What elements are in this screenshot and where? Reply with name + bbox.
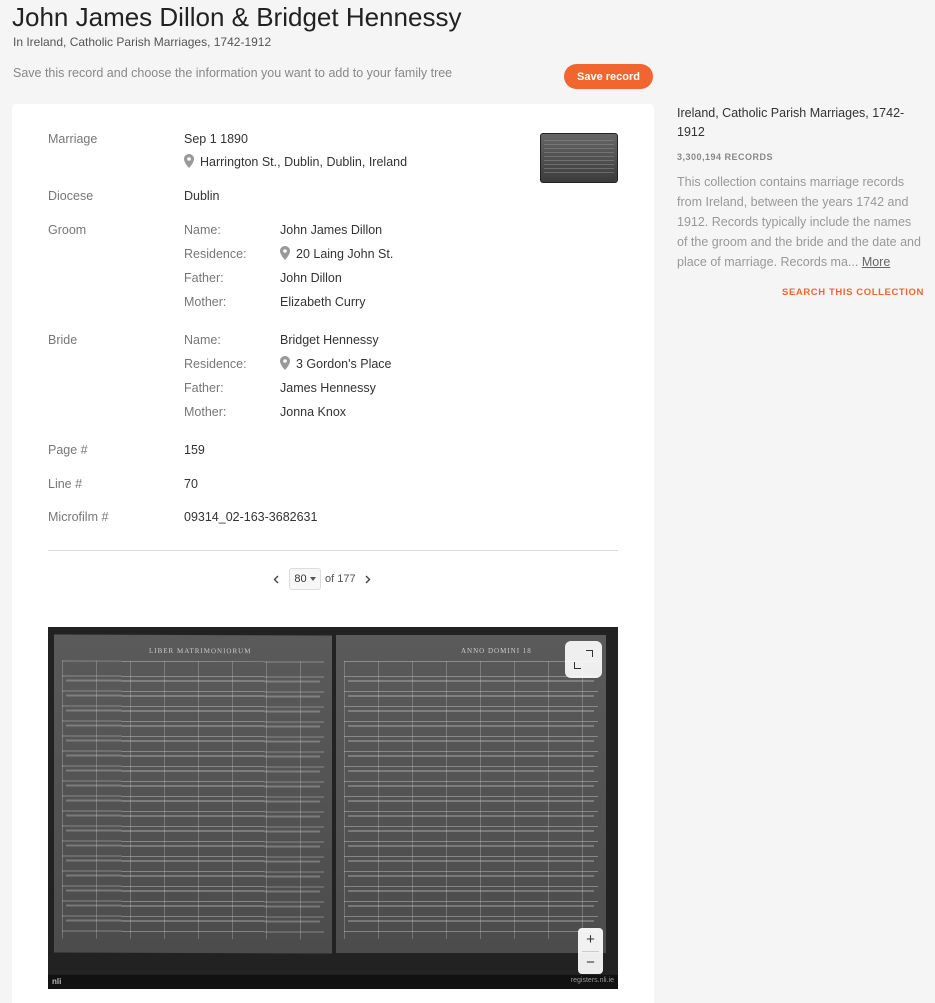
groom-name: John James Dillon: [280, 223, 383, 237]
page-title: John James Dillon & Bridget Hennessy: [12, 2, 462, 32]
location-pin-icon: [184, 154, 194, 168]
bride-name-label: Name:: [184, 333, 221, 347]
groom-father-label: Father:: [184, 271, 224, 285]
collection-subtitle: In Ireland, Catholic Parish Marriages, 1…: [13, 35, 272, 49]
collection-title[interactable]: Ireland, Catholic Parish Marriages, 1742…: [677, 104, 917, 142]
groom-mother: Elizabeth Curry: [280, 295, 366, 309]
more-link[interactable]: More: [862, 255, 890, 269]
ledger-left-page: LIBER MATRIMONIORUM: [54, 634, 332, 954]
bride-name: Bridget Hennessy: [280, 333, 379, 347]
viewer-footer: nli registers.nli.ie: [48, 975, 618, 989]
line-number-label: Line #: [48, 477, 83, 491]
groom-mother-label: Mother:: [184, 295, 227, 309]
bride-father: James Hennessy: [280, 381, 376, 395]
marriage-label: Marriage: [48, 132, 98, 146]
bride-residence-text: 3 Gordon's Place: [296, 357, 392, 371]
chevron-right-icon: [365, 575, 371, 583]
location-pin-icon: [280, 246, 290, 260]
ledger-right-page: ANNO DOMINI 18: [336, 635, 606, 953]
microfilm-label: Microfilm #: [48, 510, 109, 524]
groom-residence-label: Residence:: [184, 247, 247, 261]
zoom-controls: + −: [578, 928, 603, 974]
record-image-viewer[interactable]: LIBER MATRIMONIORUM ANNO DOMINI 18 + − n…: [48, 627, 618, 989]
marriage-date: Sep 1 1890: [184, 132, 248, 146]
record-count: 3,300,194 RECORDS: [677, 152, 774, 162]
location-pin-icon: [280, 356, 290, 370]
groom-name-label: Name:: [184, 223, 221, 237]
record-image-thumbnail[interactable]: [540, 133, 618, 183]
zoom-out-button[interactable]: −: [578, 951, 603, 974]
bride-label: Bride: [48, 333, 78, 347]
diocese-value: Dublin: [184, 189, 220, 203]
image-pager: 80 of 177: [268, 567, 376, 591]
groom-residence: 20 Laing John St.: [280, 246, 393, 261]
groom-father: John Dillon: [280, 271, 342, 285]
search-collection-link[interactable]: SEARCH THIS COLLECTION: [782, 287, 924, 298]
page-number-label: Page #: [48, 443, 88, 457]
zoom-in-button[interactable]: +: [578, 928, 603, 951]
save-hint-text: Save this record and choose the informat…: [13, 66, 453, 80]
marriage-place-text: Harrington St., Dublin, Dublin, Ireland: [200, 155, 408, 169]
fullscreen-button[interactable]: [565, 641, 602, 678]
ledger-left-heading: LIBER MATRIMONIORUM: [149, 646, 252, 656]
bride-residence: 3 Gordon's Place: [280, 356, 392, 371]
chevron-left-icon: [273, 575, 279, 583]
nli-logo: nli: [52, 977, 62, 986]
bride-father-label: Father:: [184, 381, 224, 395]
bride-mother: Jonna Knox: [280, 405, 347, 419]
microfilm-number: 09314_02-163-3682631: [184, 510, 318, 524]
page-number: 159: [184, 443, 205, 457]
groom-label: Groom: [48, 223, 87, 237]
section-divider: [48, 550, 618, 551]
next-page-button[interactable]: [360, 571, 376, 587]
previous-page-button[interactable]: [268, 571, 284, 587]
collection-description: This collection contains marriage record…: [677, 172, 922, 272]
page-total: of 177: [325, 573, 356, 585]
bride-mother-label: Mother:: [184, 405, 227, 419]
record-card: Marriage Sep 1 1890 Harrington St., Dubl…: [12, 104, 654, 1003]
ledger-right-heading: ANNO DOMINI 18: [461, 647, 532, 655]
page-select[interactable]: 80: [289, 568, 321, 590]
current-page: 80: [294, 573, 307, 585]
expand-icon: [586, 650, 593, 657]
caret-down-icon: [309, 577, 316, 581]
line-number: 70: [184, 477, 198, 491]
diocese-label: Diocese: [48, 189, 94, 203]
bride-residence-label: Residence:: [184, 357, 247, 371]
marriage-place: Harrington St., Dublin, Dublin, Ireland: [184, 154, 407, 169]
footer-site-text: registers.nli.ie: [570, 977, 614, 984]
save-record-button[interactable]: Save record: [564, 64, 653, 89]
expand-icon-corner: [574, 662, 581, 669]
groom-residence-text: 20 Laing John St.: [296, 247, 394, 261]
